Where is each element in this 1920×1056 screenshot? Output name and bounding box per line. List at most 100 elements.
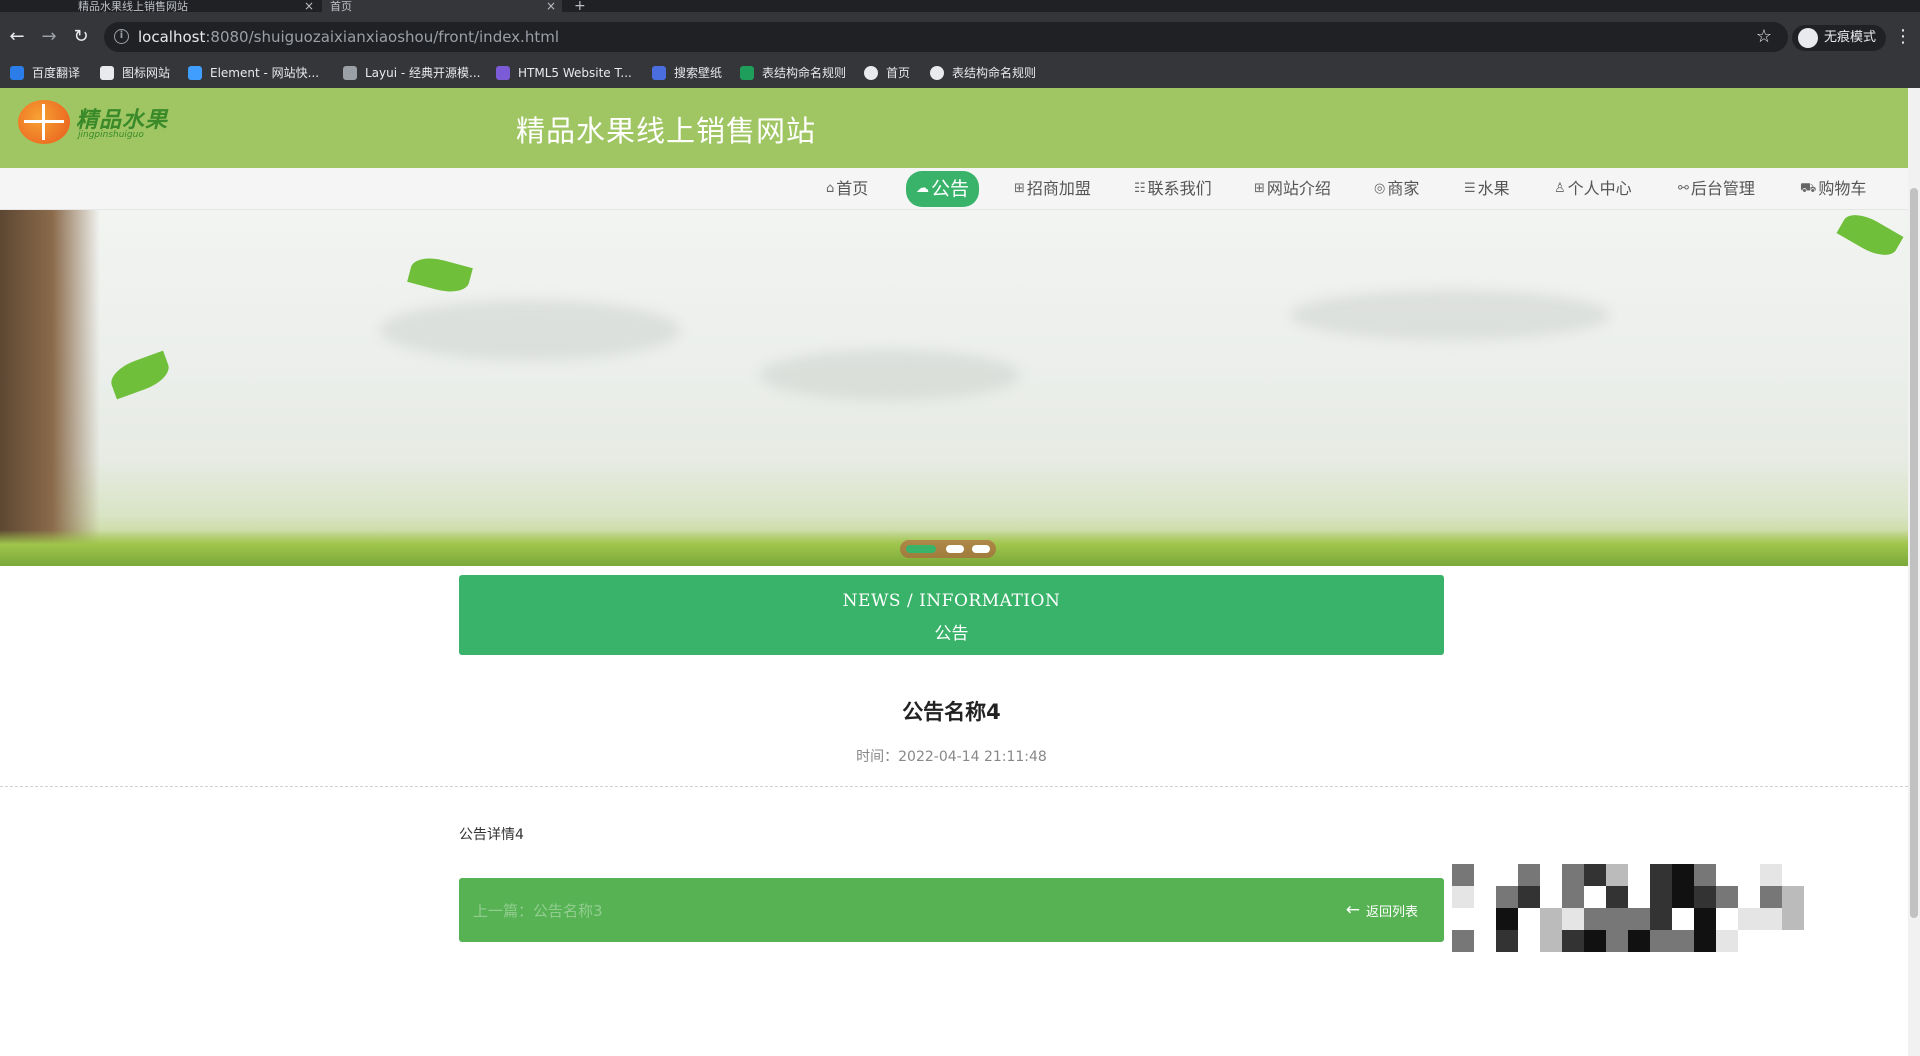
back-arrow-icon[interactable]: ← (4, 24, 30, 50)
element-icon (188, 66, 202, 80)
mosaic-block (1694, 930, 1716, 952)
contact-icon: ☷ (1134, 181, 1146, 196)
shop-icon: ◎ (1374, 181, 1386, 196)
page-scrollbar[interactable] (1908, 88, 1920, 1056)
info-icon[interactable]: i (114, 29, 129, 44)
mosaic-block (1694, 886, 1716, 908)
browser-tab[interactable]: 精品水果线上销售网站 × (70, 0, 320, 13)
browser-tab-active[interactable]: 首页 × (322, 0, 562, 13)
mosaic-block (1782, 908, 1804, 930)
url-path: :8080/shuiguozaixianxiaoshou/front/index… (205, 28, 559, 46)
globe-icon (864, 66, 878, 80)
bookmark-item[interactable]: 首页 (864, 64, 910, 82)
carousel-dot[interactable] (972, 545, 990, 553)
nav-item-profile[interactable]: ♙ 个人中心 (1554, 174, 1632, 204)
nav-item-home[interactable]: ⌂ 首页 (826, 174, 868, 204)
main-nav: ⌂ 首页 ☁ 公告 ⊞ 招商加盟 ☷ 联系我们 ⊞ 网站介绍 ◎ 商家 ☰ 水果 ♙ 个人中心 … (0, 168, 1908, 210)
prev-article-link[interactable]: 上一篇：公告名称3 (473, 900, 603, 921)
bookmark-item[interactable]: 百度翻译 (10, 64, 80, 82)
mosaic-block (1672, 864, 1694, 886)
fruit-logo-icon (18, 100, 70, 144)
mosaic-block (1606, 930, 1628, 952)
incognito-badge[interactable]: 无痕模式 (1792, 25, 1887, 51)
mosaic-block (1562, 886, 1584, 908)
mosaic-block (1606, 908, 1628, 930)
mosaic-block (1606, 886, 1628, 908)
flag-icon (100, 66, 114, 80)
carousel-dot-active[interactable] (906, 545, 936, 553)
bookmark-item[interactable]: 表结构命名规则 (740, 64, 846, 82)
url-host: localhost (138, 28, 206, 46)
article-body: 公告详情4 (459, 827, 524, 843)
mosaic-block (1716, 930, 1738, 952)
mosaic-block (1452, 930, 1474, 952)
cart-icon: ⛟ (1800, 181, 1817, 196)
forward-arrow-icon[interactable]: → (36, 24, 62, 50)
menu-dots-icon[interactable]: ⋮ (1894, 26, 1912, 47)
mosaic-block (1650, 930, 1672, 952)
nav-item-fruit[interactable]: ☰ 水果 (1464, 174, 1510, 204)
home-icon: ⌂ (826, 181, 835, 196)
bookmark-item[interactable]: 图标网站 (100, 64, 170, 82)
layui-icon (343, 66, 357, 80)
nav-item-merchant[interactable]: ◎ 商家 (1374, 174, 1419, 204)
bookmark-item[interactable]: HTML5 Website T... (496, 64, 632, 82)
carousel-dot[interactable] (946, 545, 964, 553)
article-time: 时间：2022-04-14 21:11:48 (856, 749, 1047, 765)
web-page: 精品水果 jingpinshuiguo 精品水果线上销售网站 ⌂ 首页 ☁ 公告 ⊞… (0, 88, 1908, 1056)
mosaic-block (1562, 908, 1584, 930)
reload-icon[interactable]: ↻ (68, 24, 94, 50)
new-tab-button[interactable]: + (574, 0, 594, 14)
nav-item-notice[interactable]: ☁ 公告 (906, 171, 980, 207)
mosaic-block (1672, 930, 1694, 952)
notice-icon: ☁ (916, 181, 929, 196)
wallpaper-icon (652, 66, 666, 80)
apps-icon: ⊞ (1254, 181, 1265, 196)
mosaic-block (1584, 908, 1606, 930)
site-logo[interactable]: 精品水果 jingpinshuiguo (18, 98, 168, 148)
bookmark-item[interactable]: Element - 网站快... (188, 64, 319, 82)
mosaic-block (1694, 908, 1716, 930)
incognito-label: 无痕模式 (1824, 30, 1877, 45)
site-title: 精品水果线上销售网站 (516, 114, 817, 148)
divider (0, 786, 1908, 787)
bookmark-item[interactable]: 搜索壁纸 (652, 64, 722, 82)
mosaic-block (1760, 908, 1782, 930)
back-to-list-button[interactable]: ← 返回列表 (1346, 900, 1418, 920)
address-bar[interactable]: i localhost:8080/shuiguozaixianxiaoshou/… (104, 22, 1788, 52)
mosaic-block (1518, 864, 1540, 886)
html5-icon (496, 66, 510, 80)
carousel-indicators (900, 540, 996, 558)
bookmark-item[interactable]: Layui - 经典开源模... (343, 64, 480, 82)
pixelated-watermark (1452, 864, 1808, 952)
link-icon: ⚯ (1678, 181, 1689, 196)
mosaic-block (1738, 908, 1760, 930)
banner-cloud (1290, 290, 1610, 340)
bookmarks-bar: 百度翻译 图标网站 Element - 网站快... Layui - 经典开源模… (0, 58, 1920, 88)
mosaic-block (1452, 864, 1474, 886)
mosaic-block (1496, 908, 1518, 930)
nav-item-cart[interactable]: ⛟ 购物车 (1800, 174, 1866, 204)
mosaic-block (1562, 864, 1584, 886)
scrollbar-thumb[interactable] (1910, 188, 1918, 918)
star-icon[interactable]: ☆ (1756, 22, 1772, 52)
nav-item-about[interactable]: ⊞ 网站介绍 (1254, 174, 1331, 204)
back-to-list-label: 返回列表 (1365, 904, 1418, 920)
nav-item-franchise[interactable]: ⊞ 招商加盟 (1014, 174, 1091, 204)
site-header: 精品水果 jingpinshuiguo 精品水果线上销售网站 (0, 88, 1908, 168)
nav-item-admin[interactable]: ⚯ 后台管理 (1678, 174, 1755, 204)
banner-cloud (760, 350, 1020, 400)
leaf-icon (407, 252, 473, 298)
globe-icon (930, 66, 944, 80)
browser-tab-strip: 精品水果线上销售网站 × 首页 × + (0, 0, 1920, 14)
nav-item-contact[interactable]: ☷ 联系我们 (1134, 174, 1212, 204)
mosaic-block (1584, 930, 1606, 952)
banner-carousel[interactable] (0, 210, 1908, 566)
arrow-left-icon: ← (1345, 900, 1360, 920)
mosaic-block (1540, 930, 1562, 952)
translate-icon (10, 66, 24, 80)
browser-toolbar: ← → ↻ i localhost:8080/shuiguozaixianxia… (0, 12, 1920, 62)
bookmark-item[interactable]: 表结构命名规则 (930, 64, 1036, 82)
mosaic-block (1782, 886, 1804, 908)
mosaic-block (1518, 886, 1540, 908)
